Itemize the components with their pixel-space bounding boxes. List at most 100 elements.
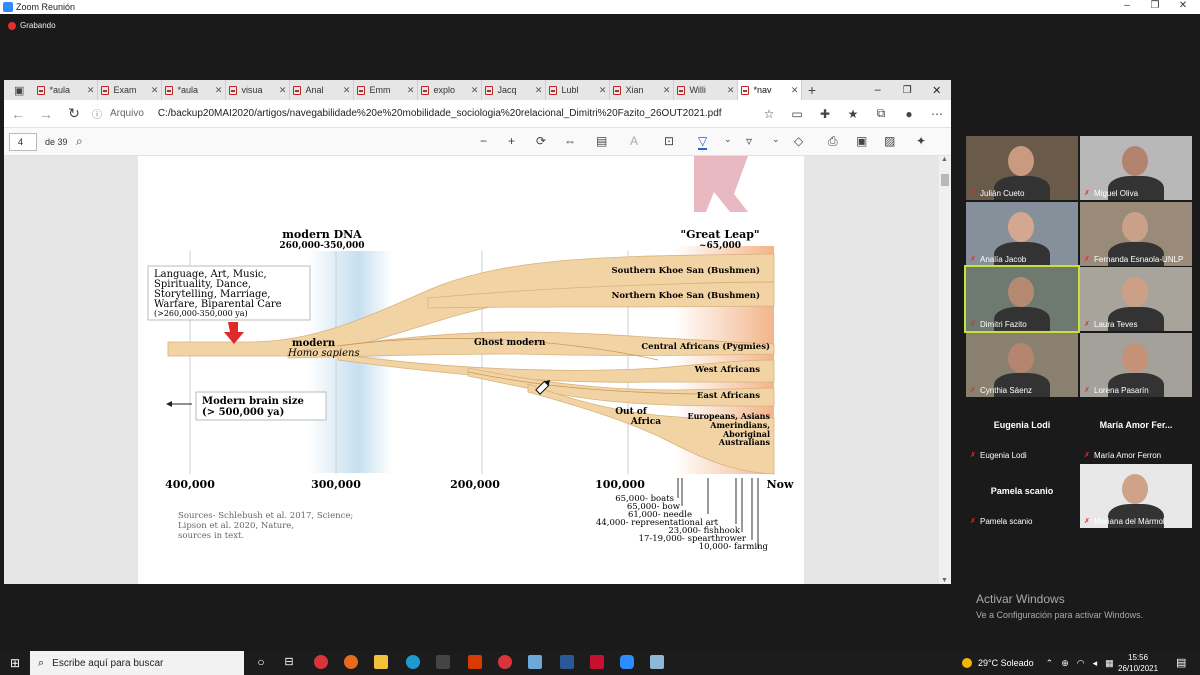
reading-view-icon[interactable]: ▭ xyxy=(783,107,811,121)
firefox-icon[interactable] xyxy=(344,655,358,669)
tab-close-icon[interactable]: ✕ xyxy=(343,85,351,96)
participant-tile[interactable]: ✗ Analía Jacob xyxy=(966,201,1078,266)
windows-start-icon[interactable]: ⊞ xyxy=(0,656,30,670)
collections-icon[interactable]: ⧉ xyxy=(867,106,895,121)
draw-dropdown-icon[interactable]: ⌄ xyxy=(724,134,732,145)
browser-tab[interactable]: *nav ✕ xyxy=(738,80,803,100)
fit-page-icon[interactable]: ⇔ xyxy=(564,134,576,148)
taskbar-clock[interactable]: 15:56 26/10/2021 xyxy=(1118,652,1158,674)
cortana-icon[interactable]: ○ xyxy=(254,655,268,669)
print-icon[interactable]: ⎙ xyxy=(828,134,838,149)
participant-tile[interactable]: Pamela scanio ✗ Pamela scanio xyxy=(966,463,1078,528)
browser-tab[interactable]: Emm ✕ xyxy=(354,80,419,100)
browser-tab[interactable]: *aula ✕ xyxy=(34,80,99,100)
task-view-icon[interactable]: ⊟ xyxy=(282,655,296,669)
participant-tile[interactable]: ✗ Fernanda Esnaola-UNLP xyxy=(1080,201,1192,266)
favorite-add-icon[interactable]: ☆ xyxy=(755,107,783,121)
tab-close-icon[interactable]: ✕ xyxy=(599,85,607,96)
minimize-icon[interactable]: – xyxy=(1112,0,1142,11)
tab-close-icon[interactable]: ✕ xyxy=(791,85,799,96)
save-icon[interactable]: ▣ xyxy=(856,134,867,148)
page-view-icon[interactable]: ▤ xyxy=(596,134,607,148)
browser-minimize-icon[interactable]: – xyxy=(863,84,892,96)
wifi-icon[interactable]: ◠ xyxy=(1077,658,1085,669)
highlight-icon[interactable]: ▿ xyxy=(746,134,752,148)
tab-close-icon[interactable]: ✕ xyxy=(279,85,287,96)
text-icon[interactable]: ⊡ xyxy=(664,134,674,148)
tab-actions-icon[interactable]: ▣ xyxy=(4,84,34,97)
volume-icon[interactable]: ◂ xyxy=(1093,658,1098,669)
zoom-in-icon[interactable]: + xyxy=(508,134,515,148)
browser-close-icon[interactable]: ✕ xyxy=(922,84,951,97)
tab-close-icon[interactable]: ✕ xyxy=(215,85,223,96)
profile-avatar[interactable]: ● xyxy=(895,107,923,121)
participant-tile[interactable]: María Amor Fer... ✗ María Amor Ferron xyxy=(1080,398,1192,462)
tab-close-icon[interactable]: ✕ xyxy=(663,85,671,96)
erase-icon[interactable]: ◇ xyxy=(794,134,803,148)
forward-icon[interactable]: → xyxy=(32,106,60,122)
back-icon[interactable]: ← xyxy=(4,106,32,122)
tab-close-icon[interactable]: ✕ xyxy=(471,85,479,96)
participant-tile[interactable]: ✗ Lorena Pasarín xyxy=(1080,332,1192,397)
app-icon[interactable] xyxy=(528,655,542,669)
pdf-search-icon[interactable]: ⌕ xyxy=(76,134,83,149)
word-icon[interactable] xyxy=(560,655,574,669)
browser-tab[interactable]: Jacq ✕ xyxy=(482,80,547,100)
extensions-icon[interactable]: ✚ xyxy=(811,107,839,121)
browser-tab[interactable]: Lubl ✕ xyxy=(546,80,611,100)
restore-icon[interactable]: ❐ xyxy=(1140,0,1170,11)
language-icon[interactable]: ▦ xyxy=(1105,658,1114,669)
info-icon[interactable]: ⓘ xyxy=(92,106,102,121)
participant-tile[interactable]: ✗ Dimitri Fazito xyxy=(964,265,1080,333)
favorites-icon[interactable]: ★ xyxy=(839,107,867,121)
address-bar[interactable]: ⓘ Arquivo C:/backup20MAI2020/artigos/nav… xyxy=(92,103,751,125)
browser-tab[interactable]: Anal ✕ xyxy=(290,80,355,100)
highlight-dropdown-icon[interactable]: ⌄ xyxy=(772,134,780,145)
browser-tab[interactable]: Willi ✕ xyxy=(674,80,739,100)
tab-close-icon[interactable]: ✕ xyxy=(407,85,415,96)
scroll-down-icon[interactable]: ▼ xyxy=(941,577,948,584)
tab-close-icon[interactable]: ✕ xyxy=(151,85,159,96)
zoom-out-icon[interactable]: − xyxy=(480,134,487,148)
network-icon[interactable]: ⊕ xyxy=(1061,658,1069,669)
scroll-up-icon[interactable]: ▲ xyxy=(941,156,948,163)
tab-close-icon[interactable]: ✕ xyxy=(87,85,95,96)
file-explorer-icon[interactable] xyxy=(374,655,388,669)
browser-restore-icon[interactable]: ❐ xyxy=(892,85,922,96)
browser-tab[interactable]: visua ✕ xyxy=(226,80,291,100)
store-icon[interactable] xyxy=(436,655,450,669)
pdf-scrollbar[interactable]: ▲ ▼ xyxy=(939,156,951,584)
participant-tile[interactable]: ✗ Mariana del Mármol xyxy=(1080,463,1192,528)
more-menu-icon[interactable]: ⋯ xyxy=(923,107,951,121)
recording-indicator[interactable]: Grabando xyxy=(8,21,56,30)
browser-tab[interactable]: Xian ✕ xyxy=(610,80,675,100)
pin-icon[interactable]: ✦ xyxy=(916,134,926,148)
browser-tab[interactable]: Exam ✕ xyxy=(98,80,163,100)
edge-icon[interactable] xyxy=(406,655,420,669)
participant-tile[interactable]: ✗ Cynthia Sáenz xyxy=(966,332,1078,397)
refresh-icon[interactable]: ↻ xyxy=(60,105,88,122)
notifications-icon[interactable]: ▤ xyxy=(1176,656,1186,669)
read-aloud-icon[interactable]: A xyxy=(630,134,638,148)
mail-app-icon[interactable] xyxy=(498,655,512,669)
tab-close-icon[interactable]: ✕ xyxy=(535,85,543,96)
weather-text[interactable]: 29°C Soleado xyxy=(978,658,1034,668)
page-number-input[interactable]: 4 xyxy=(9,132,37,151)
draw-icon[interactable]: ▽ xyxy=(698,134,708,150)
office-icon[interactable] xyxy=(468,655,482,669)
zoom-taskbar-icon[interactable] xyxy=(620,655,634,669)
participant-tile[interactable]: ✗ Laura Teves xyxy=(1080,267,1192,331)
participant-tile[interactable]: Eugenia Lodi ✗ Eugenia Lodi xyxy=(966,398,1078,462)
opera-icon[interactable] xyxy=(314,655,328,669)
pdf-viewer[interactable]: modern DNA 260,000-350,000 "Great Leap" … xyxy=(4,156,939,584)
taskbar-search-box[interactable]: ⌕ Escribe aquí para buscar xyxy=(30,651,244,675)
rotate-icon[interactable]: ⟳ xyxy=(536,134,546,148)
close-icon[interactable]: ✕ xyxy=(1168,0,1198,11)
tray-expand-icon[interactable]: ⌃ xyxy=(1046,658,1054,669)
participant-tile[interactable]: ✗ Julián Cueto xyxy=(966,136,1078,200)
participant-tile[interactable]: ✗ Miguel Oliva xyxy=(1080,136,1192,200)
paint-icon[interactable] xyxy=(650,655,664,669)
browser-tab[interactable]: explo ✕ xyxy=(418,80,483,100)
browser-tab[interactable]: *aula ✕ xyxy=(162,80,227,100)
new-tab-icon[interactable]: + xyxy=(802,82,821,98)
